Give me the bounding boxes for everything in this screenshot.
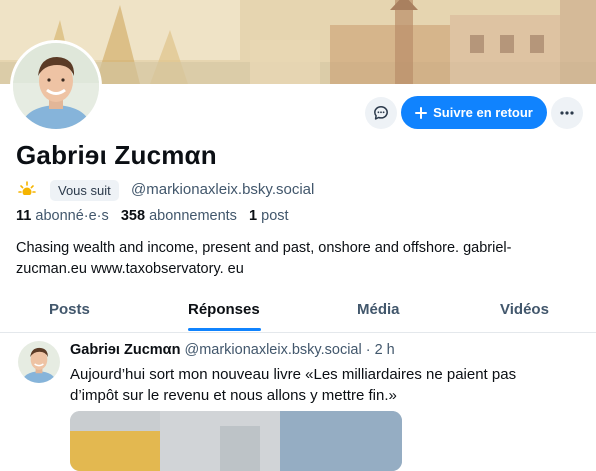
- bio-line: Chasing wealth and income, present and p…: [16, 240, 512, 256]
- post-image[interactable]: [70, 411, 402, 471]
- post-timestamp[interactable]: 2 h: [375, 342, 395, 358]
- followers-label: abonné·e·s: [35, 208, 109, 224]
- profile-display-name: Gabriɘι Zucmαn: [16, 140, 217, 170]
- tab-replies[interactable]: Réponses: [188, 301, 260, 318]
- posts-label: post: [261, 208, 289, 224]
- follow-back-label: Suivre en retour: [433, 105, 533, 120]
- post-text: Aujourd’hui sort mon nouveau livre «Les …: [70, 364, 570, 406]
- tab-posts[interactable]: Posts: [49, 301, 90, 318]
- post-author-avatar[interactable]: [18, 341, 60, 383]
- ellipsis-icon: [560, 111, 574, 115]
- avatar-photo: [18, 341, 60, 383]
- followers-count: 11: [16, 208, 32, 224]
- profile-avatar[interactable]: [10, 40, 102, 132]
- following-label: abonnements: [149, 208, 237, 224]
- more-options-button[interactable]: [551, 97, 583, 129]
- chat-bubble-icon: [374, 106, 388, 120]
- profile-stats: 11 abonné·e·s 358 abonnements 1 post: [16, 208, 289, 224]
- profile-tabs: Posts Réponses Média Vidéos: [0, 290, 596, 333]
- sun-emoji-icon: [18, 181, 36, 200]
- post-image-preview: [70, 411, 402, 471]
- tab-media[interactable]: Média: [357, 301, 400, 318]
- followers-stat[interactable]: 11 abonné·e·s: [16, 208, 109, 224]
- profile-handle: @markionaxleix.bsky.social: [131, 181, 315, 198]
- posts-stat: 1 post: [249, 208, 289, 224]
- follows-you-badge: Vous suit: [50, 180, 119, 201]
- post-text-line: d’impôt sur le revenu et nous allons y m…: [70, 387, 397, 404]
- bio-line: zucman.eu www.taxobservatory. eu: [16, 261, 244, 277]
- avatar-photo: [13, 43, 99, 129]
- profile-bio: Chasing wealth and income, present and p…: [16, 238, 576, 280]
- post-author-handle[interactable]: @markionaxleix.bsky.social: [184, 342, 361, 358]
- post-author-name[interactable]: Gabriɘι Zucmαn: [70, 342, 180, 358]
- post-text-line: Aujourd’hui sort mon nouveau livre «Les …: [70, 366, 517, 383]
- post-separator: ·: [361, 342, 375, 358]
- posts-count: 1: [249, 208, 258, 224]
- following-count: 358: [120, 208, 146, 224]
- follow-back-button[interactable]: Suivre en retour: [401, 96, 547, 129]
- message-button[interactable]: [365, 97, 397, 129]
- plus-icon: [415, 106, 428, 119]
- following-stat[interactable]: 358 abonnements: [121, 208, 237, 224]
- active-tab-indicator: [188, 328, 261, 331]
- tab-videos[interactable]: Vidéos: [500, 301, 549, 318]
- post-header: Gabriɘι Zucmαn @markionaxleix.bsky.socia…: [70, 342, 395, 358]
